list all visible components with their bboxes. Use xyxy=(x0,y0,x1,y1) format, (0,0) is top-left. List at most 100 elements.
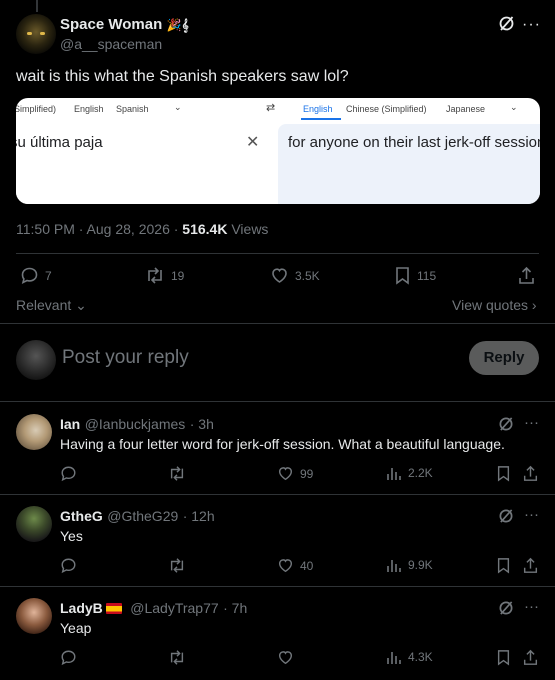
analytics-icon xyxy=(387,652,401,664)
reply-button[interactable] xyxy=(60,465,77,482)
share-button[interactable] xyxy=(522,557,539,574)
views-button[interactable]: 4.3K xyxy=(386,649,433,665)
source-tab: Simplified) xyxy=(16,104,57,114)
spain-flag-icon xyxy=(105,603,122,614)
repost-icon xyxy=(170,466,184,481)
reply-author-handle[interactable]: @Ianbuckjames xyxy=(85,416,186,432)
bookmark-button[interactable] xyxy=(496,465,511,482)
share-button[interactable] xyxy=(522,465,539,482)
author-handle[interactable]: @a__spaceman xyxy=(60,36,162,52)
repost-icon xyxy=(170,650,184,665)
translated-text: for anyone on their last jerk-off sessio… xyxy=(288,134,540,151)
heart-icon xyxy=(278,651,293,665)
like-count: 99 xyxy=(300,466,314,481)
like-count: 40 xyxy=(300,558,314,573)
grok-icon[interactable] xyxy=(498,508,514,524)
chevron-down-icon: ⌄ xyxy=(174,102,182,112)
bookmark-button[interactable] xyxy=(496,649,511,666)
more-options-icon[interactable]: ··· xyxy=(524,414,539,431)
author-name[interactable]: Space Woman xyxy=(60,16,162,33)
active-tab-underline xyxy=(301,118,341,120)
repost-button[interactable] xyxy=(168,649,186,666)
swap-languages-icon: ⇄ xyxy=(266,102,276,114)
reply-input[interactable]: Post your reply xyxy=(62,347,189,369)
reply-text: Yes xyxy=(60,528,83,544)
reply-author-handle[interactable]: @GtheG29 xyxy=(107,508,178,524)
like-button[interactable]: 99 xyxy=(277,465,313,482)
reply-time[interactable]: · 12h xyxy=(183,508,215,524)
divider xyxy=(0,586,555,587)
view-quotes-link[interactable]: View quotes › xyxy=(452,297,537,313)
share-icon xyxy=(523,557,538,573)
reply-time[interactable]: · 7h xyxy=(223,600,247,616)
reply-count: 7 xyxy=(45,268,52,283)
bookmark-button[interactable]: 115 xyxy=(394,266,436,285)
views-label: Views xyxy=(227,221,269,237)
share-icon xyxy=(519,266,534,284)
reply-text: Yeap xyxy=(60,620,92,636)
chevron-down-icon: ⌄ xyxy=(71,297,87,313)
reply-submit-button[interactable]: Reply xyxy=(469,341,539,375)
repost-count: 19 xyxy=(171,268,185,283)
source-text-panel: su última paja ✕ xyxy=(16,124,272,204)
clear-icon: ✕ xyxy=(246,134,260,151)
more-options-icon[interactable]: ··· xyxy=(524,598,539,615)
divider xyxy=(0,323,555,324)
reply-button[interactable] xyxy=(60,557,77,574)
reply-icon xyxy=(61,558,76,574)
source-text: su última paja xyxy=(16,134,103,151)
share-button[interactable] xyxy=(522,649,539,666)
reply-avatar[interactable] xyxy=(16,414,52,450)
reply-author-name[interactable]: LadyB xyxy=(60,600,103,616)
repost-button[interactable]: 19 xyxy=(145,266,184,285)
like-count: 3.5K xyxy=(295,268,320,283)
like-button[interactable]: 40 xyxy=(277,557,313,574)
reply-author-handle[interactable]: @LadyTrap77 xyxy=(130,600,218,616)
translated-text-panel: for anyone on their last jerk-off sessio… xyxy=(278,124,540,204)
views-button[interactable]: 2.2K xyxy=(386,465,433,481)
grok-icon[interactable] xyxy=(498,416,514,432)
repost-button[interactable] xyxy=(168,465,186,482)
divider xyxy=(0,401,555,402)
bookmark-button[interactable] xyxy=(496,557,511,574)
bookmark-icon xyxy=(497,466,510,482)
chevron-down-icon: ⌄ xyxy=(510,102,518,112)
bookmark-icon xyxy=(497,558,510,574)
more-options-icon[interactable]: ··· xyxy=(522,16,541,34)
thread-connector xyxy=(36,0,38,12)
share-icon xyxy=(523,649,538,665)
own-avatar[interactable] xyxy=(16,340,56,380)
like-button[interactable]: 3.5K xyxy=(270,266,320,285)
reply-button[interactable]: 7 xyxy=(20,266,52,285)
divider xyxy=(0,494,555,495)
views-button[interactable]: 9.9K xyxy=(386,557,433,573)
author-avatar[interactable] xyxy=(16,14,56,54)
reply-header: Ian @Ianbuckjames · 3h xyxy=(60,416,214,434)
heart-icon xyxy=(278,467,293,481)
repost-icon xyxy=(148,267,162,284)
author-name-emoji: 🎉𝄞 xyxy=(166,18,189,32)
reply-header: GtheG @GtheG29 · 12h xyxy=(60,508,215,526)
target-tab: Japanese xyxy=(446,104,486,114)
grok-icon[interactable] xyxy=(498,600,514,616)
reply-author-name[interactable]: GtheG xyxy=(60,508,103,524)
reply-time[interactable]: · 3h xyxy=(190,416,214,432)
reply-author-name[interactable]: Ian xyxy=(60,416,80,432)
timestamp[interactable]: 11:50 PM · Aug 28, 2026 · xyxy=(16,221,182,237)
source-tab: Spanish xyxy=(116,104,149,114)
tweet-text: wait is this what the Spanish speakers s… xyxy=(16,68,349,85)
tweet-image[interactable]: Simplified) English Spanish ⌄ ⇄ English … xyxy=(16,98,540,204)
reply-avatar[interactable] xyxy=(16,598,52,634)
reply-button[interactable] xyxy=(60,649,77,666)
heart-icon xyxy=(272,268,287,283)
tweet-meta: 11:50 PM · Aug 28, 2026 · 516.4K Views xyxy=(16,221,268,237)
more-options-icon[interactable]: ··· xyxy=(524,506,539,523)
repost-button[interactable] xyxy=(168,557,186,574)
share-button[interactable] xyxy=(517,266,536,285)
reply-avatar[interactable] xyxy=(16,506,52,542)
author-name-row[interactable]: Space Woman 🎉𝄞 xyxy=(60,16,189,34)
sort-replies-dropdown[interactable]: Relevant ⌄ xyxy=(16,297,87,314)
source-tab: English xyxy=(74,104,104,114)
grok-icon[interactable] xyxy=(498,15,515,32)
like-button[interactable] xyxy=(277,649,294,666)
